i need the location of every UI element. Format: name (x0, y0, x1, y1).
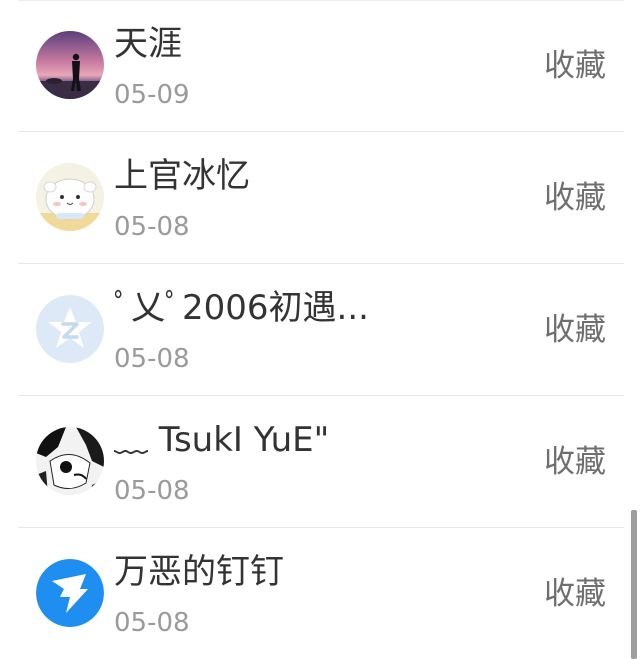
contact-date: 05-08 (114, 212, 190, 242)
contact-name: 万恶的钉钉 (114, 552, 284, 592)
list-item[interactable]: 天涯 05-09 收藏 (0, 0, 640, 132)
contact-name: 天涯 (114, 24, 182, 64)
contact-name: 上官冰忆 (114, 156, 250, 196)
contact-date: 05-08 (114, 344, 190, 374)
contact-name: ﹏ TsukI YuE" (114, 420, 330, 460)
favorite-button[interactable]: 收藏 (544, 442, 606, 482)
qzone-star-avatar[interactable] (36, 295, 104, 363)
list-item[interactable]: ﹏ TsukI YuE" 05-08 收藏 (0, 396, 640, 528)
contact-name: ﾟ乂ﾟ2006初遇... (114, 288, 369, 328)
favorites-contact-list: 天涯 05-09 收藏 上官冰忆 05-08 收藏 ﾟ乂ﾟ2006初遇... 0… (0, 0, 640, 659)
favorite-button[interactable]: 收藏 (544, 178, 606, 218)
contact-date: 05-09 (114, 80, 190, 110)
list-item[interactable]: ﾟ乂ﾟ2006初遇... 05-08 收藏 (0, 264, 640, 396)
favorite-button[interactable]: 收藏 (544, 46, 606, 86)
scrollbar[interactable] (631, 510, 637, 659)
sunset-silhouette-avatar[interactable] (36, 31, 104, 99)
dingtalk-logo-avatar[interactable] (36, 559, 104, 627)
list-item[interactable]: 上官冰忆 05-08 收藏 (0, 132, 640, 264)
contact-date: 05-08 (114, 476, 190, 506)
list-item[interactable]: 万恶的钉钉 05-08 收藏 (0, 528, 640, 659)
favorite-button[interactable]: 收藏 (544, 310, 606, 350)
monochrome-face-avatar[interactable] (36, 427, 104, 495)
favorite-button[interactable]: 收藏 (544, 574, 606, 614)
contact-date: 05-08 (114, 608, 190, 638)
cute-creature-avatar[interactable] (36, 163, 104, 231)
